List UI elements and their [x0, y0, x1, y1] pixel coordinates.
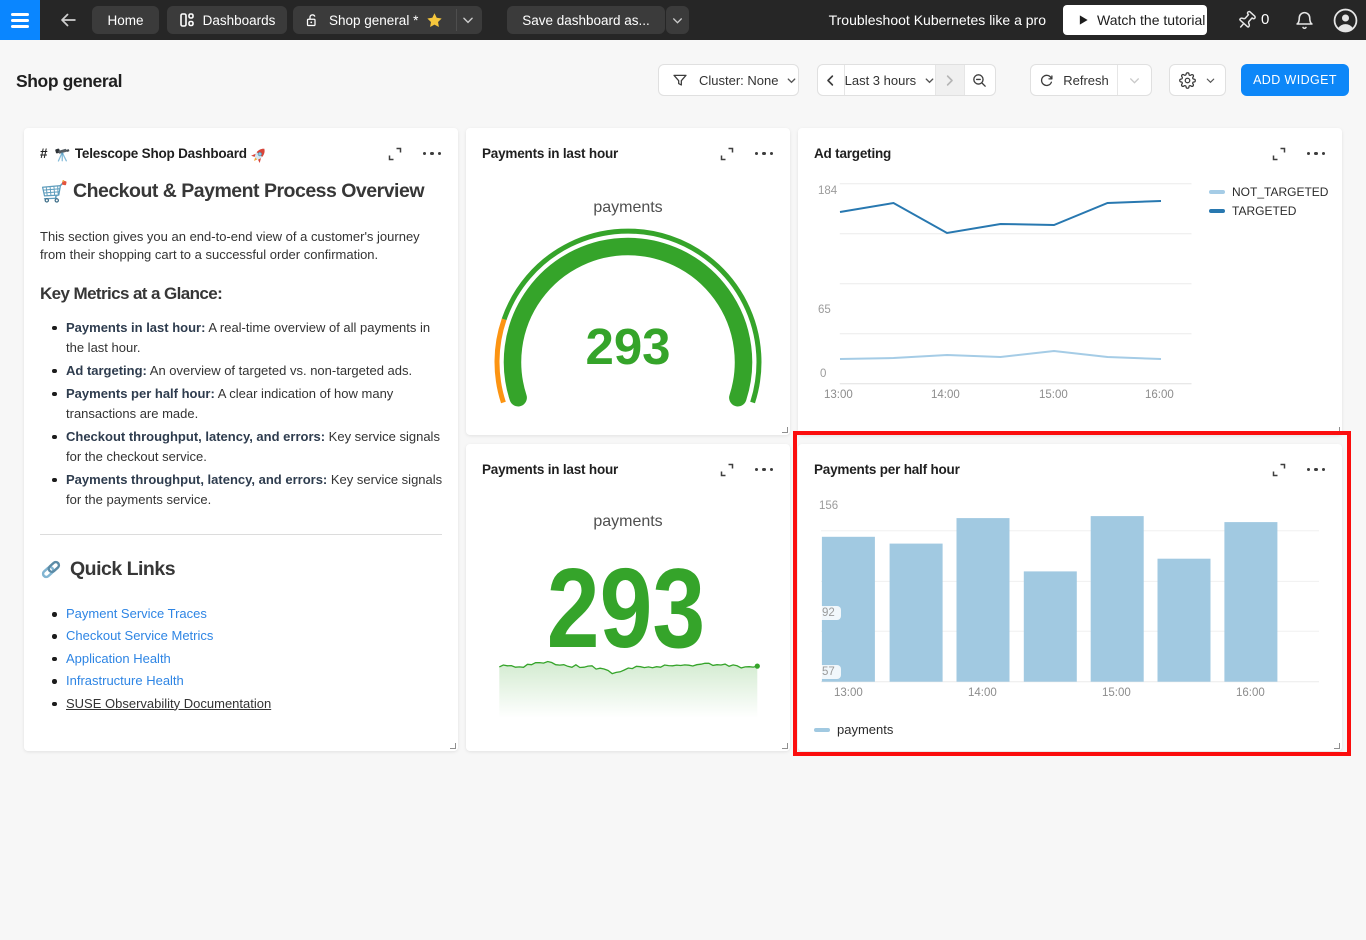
svg-text:293: 293	[585, 318, 670, 375]
